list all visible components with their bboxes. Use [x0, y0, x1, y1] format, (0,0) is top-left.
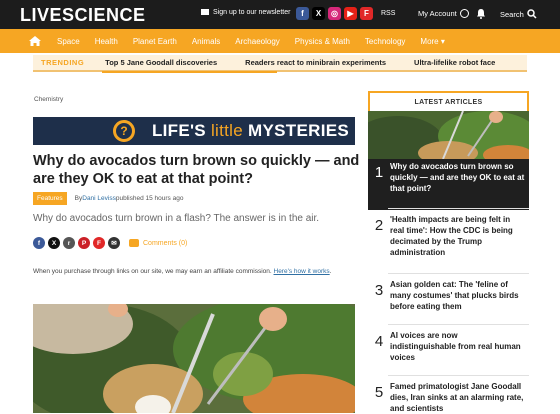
article-rank: 1: [374, 164, 384, 181]
article-rank: 4: [374, 333, 384, 350]
article-title: Asian golden cat: The 'feline of many co…: [390, 280, 519, 311]
search-icon: [527, 9, 537, 19]
user-icon: [459, 9, 469, 18]
question-magnifier-icon: ?: [113, 120, 135, 142]
byline: Features By Dani Leviss published 15 hou…: [33, 192, 183, 205]
nav-item-6[interactable]: Technology: [365, 37, 405, 46]
affiliate-info-link[interactable]: Here's how it works: [274, 268, 330, 275]
latest-article-thumbnail[interactable]: [368, 111, 529, 159]
newsletter-label: Sign up to our newsletter: [213, 9, 291, 16]
flipboard-share-icon[interactable]: F: [93, 237, 105, 249]
top-bar: LIVESCIENCE Sign up to our newsletter fX…: [0, 0, 560, 29]
nav-item-0[interactable]: Space: [57, 37, 80, 46]
comments-label: Comments (0): [143, 239, 188, 247]
nav-item-4[interactable]: Archaeology: [235, 37, 279, 46]
article-rank: 2: [374, 217, 384, 234]
nav-item-7[interactable]: More ▾: [420, 37, 444, 46]
search-label: Search: [500, 9, 524, 19]
by-label: By: [74, 195, 83, 202]
affiliate-disclaimer: When you purchase through links on our s…: [33, 268, 332, 275]
divider: [388, 273, 529, 274]
share-bar: f Xr P F ✉ Comments (0): [33, 237, 187, 249]
facebook-icon[interactable]: f: [296, 7, 309, 20]
article-title: Why do avocados turn brown so quickly — …: [390, 162, 525, 193]
facebook-share-icon[interactable]: f: [33, 237, 45, 249]
article-strap: Why do avocados turn brown in a flash? T…: [33, 213, 320, 224]
trending-bar: TRENDING Top 5 Jane Goodall discoveries R…: [33, 55, 527, 73]
publish-date: published 15 hours ago: [115, 195, 184, 202]
bell-icon[interactable]: [476, 8, 486, 19]
comment-bubble-icon: [129, 239, 139, 247]
hero-image: [33, 304, 355, 413]
divider: [388, 324, 529, 325]
breadcrumb[interactable]: Chemistry: [34, 96, 63, 103]
main-nav: Space Health Planet Earth Animals Archaeolog…: [0, 29, 560, 53]
article-title: AI voices are now indistinguishable from…: [390, 331, 521, 362]
author-link[interactable]: Dani Leviss: [82, 195, 116, 202]
latest-article-item[interactable]: 2 'Health impacts are being felt in real …: [368, 214, 529, 258]
nav-item-5[interactable]: Physics & Math: [295, 37, 350, 46]
trending-item[interactable]: Ultra-lifelike robot face: [414, 58, 495, 67]
trending-item[interactable]: Readers react to minibrain experiments: [245, 58, 386, 67]
comments-link[interactable]: Comments (0): [129, 239, 187, 247]
newsletter-link[interactable]: Sign up to our newsletter: [201, 9, 290, 16]
article-title: Famed primatologist Jane Goodall dies, I…: [390, 382, 524, 413]
home-icon[interactable]: [29, 36, 41, 46]
nav-item-2[interactable]: Planet Earth: [133, 37, 177, 46]
youtube-icon[interactable]: ▶: [344, 7, 357, 20]
pinterest-share-icon[interactable]: P: [78, 237, 90, 249]
divider: [388, 208, 529, 209]
envelope-icon: [201, 9, 209, 15]
nav-item-3[interactable]: Animals: [192, 37, 220, 46]
banner-text: LIFE'S little MYSTERIES: [151, 121, 349, 140]
rss-link[interactable]: RSS: [381, 10, 395, 17]
email-share-icon[interactable]: ✉: [108, 237, 120, 249]
article-rank: 5: [374, 384, 384, 401]
article-title: 'Health impacts are being felt in real t…: [390, 215, 513, 257]
latest-article-item[interactable]: 5 Famed primatologist Jane Goodall dies, …: [368, 381, 529, 414]
lifes-little-mysteries-banner[interactable]: ? LIFE'S little MYSTERIES: [33, 117, 355, 145]
social-links: f X ◎ ▶ F: [296, 7, 373, 20]
trending-item[interactable]: Top 5 Jane Goodall discoveries: [102, 58, 278, 73]
latest-articles-heading: LATEST ARTICLES: [368, 91, 529, 111]
flipboard-icon[interactable]: F: [360, 7, 373, 20]
x-icon[interactable]: X: [312, 7, 325, 20]
site-logo[interactable]: LIVESCIENCE: [20, 5, 146, 26]
reddit-share-icon[interactable]: r: [63, 237, 75, 249]
category-tag[interactable]: Features: [33, 192, 67, 205]
nav-item-1[interactable]: Health: [95, 37, 118, 46]
search-button[interactable]: Search: [500, 9, 537, 19]
latest-article-item[interactable]: 3 Asian golden cat: The 'feline of many c…: [368, 279, 529, 312]
instagram-icon[interactable]: ◎: [328, 7, 341, 20]
my-account-label: My Account: [418, 9, 457, 18]
divider: [388, 375, 529, 376]
my-account-button[interactable]: My Account: [418, 9, 469, 18]
article-rank: 3: [374, 282, 384, 299]
latest-article-item[interactable]: 1 Why do avocados turn brown so quickly —…: [368, 161, 529, 194]
trending-label: TRENDING: [41, 58, 85, 67]
x-share-icon[interactable]: X: [48, 237, 60, 249]
latest-article-item[interactable]: 4 AI voices are now indistinguishable fro…: [368, 330, 529, 363]
page-title: Why do avocados turn brown so quickly — …: [33, 153, 360, 187]
